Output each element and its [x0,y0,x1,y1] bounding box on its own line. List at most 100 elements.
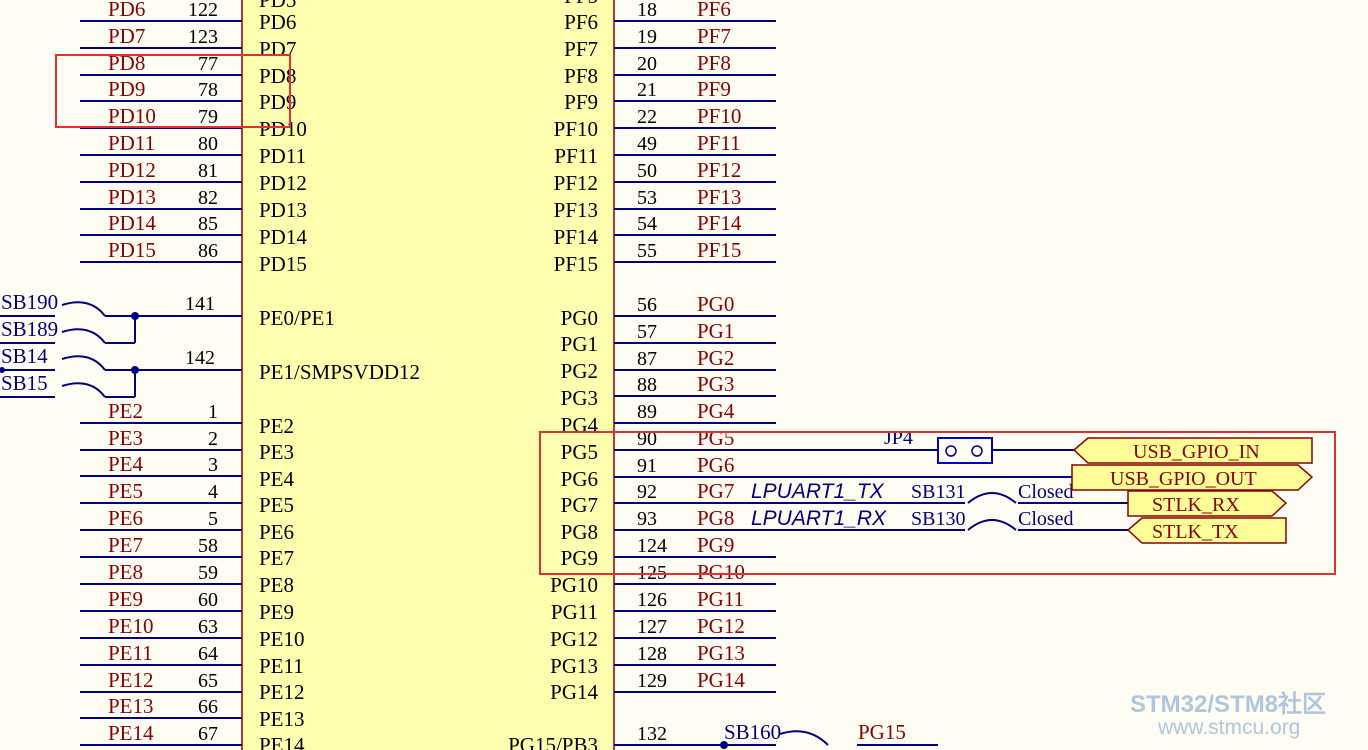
pin-name: PD13 [259,198,307,222]
sb189-arc [61,328,106,344]
pin-name: PE4 [259,467,295,491]
pin-name: PD14 [259,225,307,249]
svg-text:STLK_TX: STLK_TX [1152,521,1239,543]
net-label: PE2 [108,399,143,423]
jp4-label: JP4 [884,427,913,449]
svg-text:USB_GPIO_IN: USB_GPIO_IN [1133,441,1260,463]
sb14-label: SB14 [1,344,48,368]
pin-number: 49 [637,133,657,155]
net-label: PG1 [697,319,734,343]
lpuart1-tx-label: LPUART1_TX [751,480,885,503]
net-label: PG9 [697,533,734,557]
pin-name: PE11 [259,654,304,678]
net-label: PD9 [108,77,145,101]
pin-name: PE1/SMPSVDD12 [259,360,420,384]
pin-number: 79 [198,106,218,128]
pin-name: PF6 [564,10,598,34]
pin-name: PG4 [561,413,599,437]
pin-name: PF12 [554,171,598,195]
sb15-label: SB15 [1,371,48,395]
net-label: PE8 [108,560,143,584]
pin-name: PG12 [550,627,598,651]
pin-name: PE6 [259,520,294,544]
net-label: PG11 [697,587,744,611]
sb131-label: SB131 [911,481,965,503]
net-label: PD7 [108,24,145,48]
net-label: PG3 [697,372,734,396]
net-label: PD12 [108,158,156,182]
pin-name: PG2 [561,359,598,383]
net-label: PF14 [697,211,742,235]
pin-number: 20 [637,53,657,75]
pin-name: PD6 [259,10,296,34]
sb190-arc [61,301,106,317]
pin-number: 85 [198,213,218,235]
pin-name: PG6 [561,467,598,491]
pin-name: PG5 [561,440,598,464]
pin-number: 122 [188,0,218,21]
pin-number: 56 [637,294,657,316]
net-label: PG14 [697,668,745,692]
pin-number: 19 [637,26,657,48]
net-label: PE9 [108,587,143,611]
net-label: PF8 [697,51,731,75]
sb160-label: SB160 [724,720,781,744]
net-label: PF13 [697,185,741,209]
left-net-group: PD6 122PD7 123PD8 77PD9 78PD10 79PD11 80PD12 81… [80,0,242,746]
sb131-state: Closed [1018,481,1074,503]
pin-number: 22 [637,106,657,128]
net-label: PE13 [108,694,154,718]
pin-name: PF15 [554,252,598,276]
sb160-arc [779,730,829,746]
net-label: PF6 [697,0,731,21]
pin-name: PG3 [561,386,598,410]
pin-number: 65 [198,670,218,692]
pin-name: PG10 [550,573,598,597]
sb189-label: SB189 [1,317,58,341]
usb-gpio-net: JP4 [776,427,1074,478]
pin-name: PF7 [564,37,598,61]
stlk-tx-port: STLK_TX [1126,517,1287,544]
pin-name: PE5 [259,493,294,517]
pin-number: 60 [198,589,218,611]
pin-number: 2 [208,428,218,450]
pin-number: 91 [637,455,657,477]
pin-name: PF14 [554,225,599,249]
pin-name: PF10 [554,117,598,141]
net-label: PG5 [697,426,734,450]
pin-number: 54 [637,213,657,235]
pe1-pin-number: 142 [185,347,215,369]
pin-number: 129 [637,670,667,692]
pin-number: 78 [198,79,218,101]
schematic-canvas: PD6 122PD7 123PD8 77PD9 78PD10 79PD11 80PD12 81… [0,0,1336,750]
pin-name: PE3 [259,440,294,464]
net-label: PG10 [697,560,745,584]
pin-name: PG15/PB3 [508,733,598,750]
net-label: PG2 [697,346,734,370]
net-label: PE14 [108,721,154,745]
sb15-arc [61,382,106,398]
net-label: PF9 [697,77,731,101]
net-label: PE10 [108,614,154,638]
pin-number: 59 [198,562,218,584]
pin-number: 132 [637,723,667,745]
usb-gpio-in-port: USB_GPIO_IN [1072,437,1313,464]
pin-number: 80 [198,133,218,155]
pin-name: PF9 [564,90,598,114]
net-label: PG8 [697,506,734,530]
net-label: PE5 [108,479,143,503]
pin-number: 50 [637,160,657,182]
pin-number: 55 [637,240,657,262]
net-label: PF12 [697,158,741,182]
pin-number: 128 [637,643,667,665]
pin-number: 126 [637,589,667,611]
net-label: PD6 [108,0,145,21]
pin-number: 77 [198,53,218,75]
net-label: PF10 [697,104,741,128]
pe1-solder-bridge-net: 142 SB14 SB15 [0,344,242,398]
pin-name: PD10 [259,117,307,141]
lpuart1-rx-label: LPUART1_RX [751,507,887,530]
sb14-arc [61,355,106,371]
net-label: PE6 [108,506,143,530]
pin-name: PE7 [259,546,294,570]
